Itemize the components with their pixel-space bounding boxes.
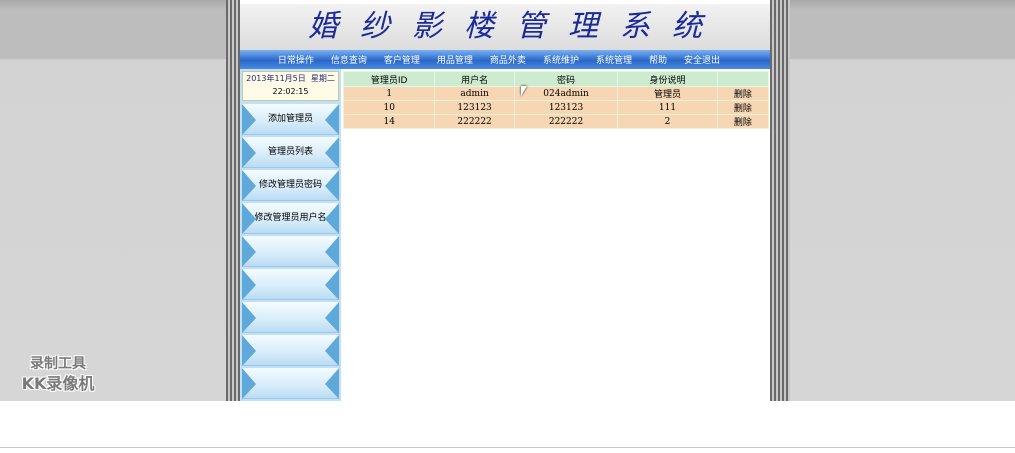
arrow-left-decoration-icon — [242, 368, 256, 399]
arrow-right-decoration-icon — [325, 269, 339, 300]
arrow-right-decoration-icon — [325, 236, 339, 267]
cell-username: 123123 — [434, 100, 515, 115]
arrow-left-decoration-icon — [242, 236, 256, 267]
cell-role: 2 — [617, 114, 718, 129]
clock-time: 22:02:15 — [272, 87, 309, 96]
watermark-line-1: 录制工具 — [30, 356, 86, 372]
cell-role: 111 — [617, 100, 718, 115]
right-background — [790, 0, 1015, 401]
delete-link[interactable]: 删除 — [716, 100, 770, 115]
sidebar-item-label: 管理员列表 — [267, 147, 313, 157]
main-frame: 婚纱影楼管理系统 日常操作 信息查询 客户管理 用品管理 商品外卖 系统维护 系… — [240, 0, 770, 401]
nav-item-logout[interactable]: 安全退出 — [684, 53, 720, 66]
sidebar-item-label: 修改管理员密码 — [258, 180, 322, 190]
arrow-left-decoration-icon — [242, 302, 256, 333]
arrow-left-decoration-icon — [242, 335, 256, 366]
date-clock: 2013年11月5日 星期二 22:02:15 — [242, 71, 339, 101]
bottom-divider — [0, 447, 1015, 448]
nav-item-system-mgmt[interactable]: 系统管理 — [596, 53, 632, 66]
left-striped-border — [226, 0, 240, 401]
sidebar-item-label: 添加管理员 — [267, 114, 313, 124]
sidebar-item-empty[interactable] — [242, 302, 339, 333]
arrow-right-decoration-icon — [325, 302, 339, 333]
site-title: 婚纱影楼管理系统 — [308, 9, 724, 44]
clock-date: 2013年11月5日 — [246, 74, 306, 83]
table-row: 10 123123 123123 111 删除 — [342, 100, 770, 115]
sidebar-item-change-password[interactable]: 修改管理员密码 — [242, 170, 339, 201]
sidebar-item-label: 修改管理员用户名 — [254, 213, 327, 223]
sidebar: 2013年11月5日 星期二 22:02:15 添加管理员 管理员列表 修改管理… — [240, 69, 341, 401]
cell-admin-id: 10 — [342, 100, 436, 115]
clock-weekday: 星期二 — [310, 74, 335, 83]
cell-admin-id: 1 — [342, 86, 436, 101]
content-area: 管理员ID 用户名 密码 身份说明 1 admin 024admin 管理员 删… — [342, 69, 770, 401]
delete-link[interactable]: 删除 — [716, 86, 770, 101]
table-header-row: 管理员ID 用户名 密码 身份说明 — [342, 71, 770, 87]
table-row: 1 admin 024admin 管理员 删除 — [342, 86, 770, 101]
admin-table: 管理员ID 用户名 密码 身份说明 1 admin 024admin 管理员 删… — [342, 71, 770, 129]
arrow-left-decoration-icon — [242, 269, 256, 300]
nav-item-supplies-mgmt[interactable]: 用品管理 — [437, 53, 473, 66]
cell-admin-id: 14 — [342, 114, 436, 129]
column-header-admin-id: 管理员ID — [342, 71, 436, 87]
right-striped-border — [770, 0, 790, 401]
sidebar-item-admin-list[interactable]: 管理员列表 — [242, 137, 339, 168]
left-background — [0, 0, 226, 401]
page-header: 婚纱影楼管理系统 — [240, 4, 770, 50]
sidebar-item-change-username[interactable]: 修改管理员用户名 — [242, 203, 339, 234]
sidebar-item-empty[interactable] — [242, 335, 339, 366]
watermark-line-2: KK录像机 — [21, 374, 95, 393]
column-header-action — [716, 71, 770, 87]
nav-item-info-query[interactable]: 信息查询 — [331, 53, 367, 66]
top-nav: 日常操作 信息查询 客户管理 用品管理 商品外卖 系统维护 系统管理 帮助 安全… — [240, 50, 770, 69]
arrow-right-decoration-icon — [325, 335, 339, 366]
nav-item-customer-mgmt[interactable]: 客户管理 — [384, 53, 420, 66]
nav-item-system-maint[interactable]: 系统维护 — [543, 53, 579, 66]
mouse-pointer-icon — [521, 86, 527, 96]
sidebar-item-add-admin[interactable]: 添加管理员 — [242, 104, 339, 135]
sidebar-item-empty[interactable] — [242, 368, 339, 399]
nav-item-product-sales[interactable]: 商品外卖 — [490, 53, 526, 66]
cell-username: admin — [434, 86, 515, 101]
column-header-password: 密码 — [513, 71, 619, 87]
sidebar-item-empty[interactable] — [242, 236, 339, 267]
recorder-watermark: 录制工具 KK录像机 — [12, 355, 104, 393]
column-header-role: 身份说明 — [617, 71, 718, 87]
cell-password: 024admin — [513, 86, 619, 101]
arrow-right-decoration-icon — [325, 368, 339, 399]
cell-password: 222222 — [513, 114, 619, 129]
cell-password: 123123 — [513, 100, 619, 115]
table-row: 14 222222 222222 2 删除 — [342, 114, 770, 129]
nav-item-help[interactable]: 帮助 — [649, 53, 667, 66]
sidebar-item-empty[interactable] — [242, 269, 339, 300]
cell-username: 222222 — [434, 114, 515, 129]
delete-link[interactable]: 删除 — [716, 114, 770, 129]
cell-role: 管理员 — [617, 86, 718, 101]
nav-item-daily-ops[interactable]: 日常操作 — [278, 53, 314, 66]
column-header-username: 用户名 — [434, 71, 515, 87]
